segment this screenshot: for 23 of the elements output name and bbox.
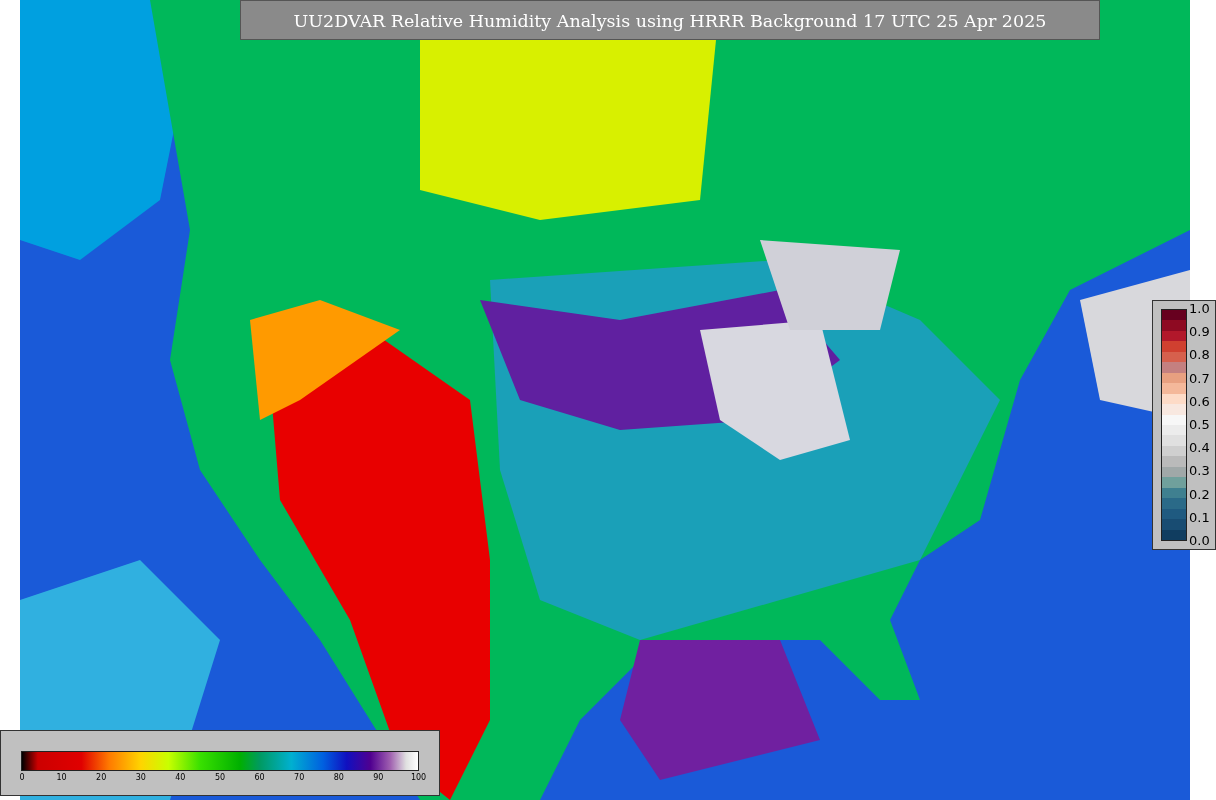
tick-label: 80 [332,773,345,783]
tick-label: 50 [213,773,227,783]
tick-label: 0.7 [1189,370,1210,387]
tick-label: 30 [134,773,147,783]
tick-label: 0.0 [1189,532,1210,549]
tick-label: 0.9 [1189,324,1210,341]
tick-label: 0.3 [1189,463,1210,480]
tick-label: 0 [18,773,26,783]
tick-label: 0.1 [1189,509,1210,526]
tick-label: 0.5 [1189,416,1210,433]
tick-label: 20 [95,773,108,783]
tick-label: 0.2 [1189,486,1210,503]
tick-label: 90 [372,773,385,783]
tick-label: 0.8 [1189,347,1210,364]
tick-label: 0.4 [1189,440,1210,457]
tick-label: 10 [55,773,68,783]
tick-label: 60 [253,773,266,783]
tick-label: 70 [293,773,306,783]
tick-label: 40 [174,773,187,783]
tick-label: 0.6 [1189,393,1210,410]
tick-label: 100 [410,773,425,783]
tick-label: 1.0 [1189,301,1210,317]
map-title: UU2DVAR Relative Humidity Analysis using HRRR Background 17 UTC 25 Apr 2025 [240,0,1100,40]
